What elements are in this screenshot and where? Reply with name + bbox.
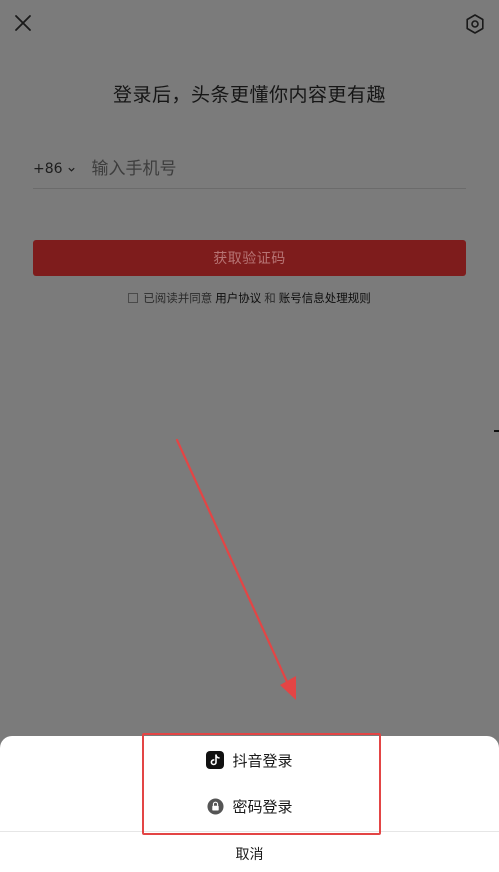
edge-marker xyxy=(494,430,499,432)
get-verification-code-button[interactable]: 获取验证码 xyxy=(33,240,466,276)
country-code-select[interactable]: +86 xyxy=(33,161,76,177)
douyin-login-label: 抖音登录 xyxy=(232,751,293,770)
privacy-rules-link[interactable]: 账号信息处理规则 xyxy=(279,290,371,306)
lock-icon xyxy=(206,797,224,815)
login-options-sheet: 抖音登录 密码登录 取消 xyxy=(0,736,499,872)
cancel-button[interactable]: 取消 xyxy=(0,840,499,868)
agreement-checkbox[interactable] xyxy=(128,293,139,303)
close-icon[interactable] xyxy=(12,12,34,34)
agreement-prefix: 已阅读并同意 xyxy=(143,291,213,305)
country-code-value: +86 xyxy=(33,161,63,177)
password-login-option[interactable]: 密码登录 xyxy=(0,786,499,826)
agreement-and: 和 xyxy=(264,291,276,305)
user-agreement-link[interactable]: 用户协议 xyxy=(215,290,261,306)
douyin-icon xyxy=(206,751,225,769)
phone-input[interactable] xyxy=(89,158,466,180)
douyin-login-option[interactable]: 抖音登录 xyxy=(0,740,499,780)
page-title: 登录后，头条更懂你内容更有趣 xyxy=(112,84,386,106)
password-login-label: 密码登录 xyxy=(232,797,293,816)
phone-field-row: +86 xyxy=(33,150,466,189)
settings-icon[interactable] xyxy=(463,12,487,36)
sheet-divider xyxy=(0,831,499,832)
chevron-down-icon xyxy=(67,167,75,172)
agreement-row: 已阅读并同意 用户协议 和 账号信息处理规则 xyxy=(0,290,499,306)
